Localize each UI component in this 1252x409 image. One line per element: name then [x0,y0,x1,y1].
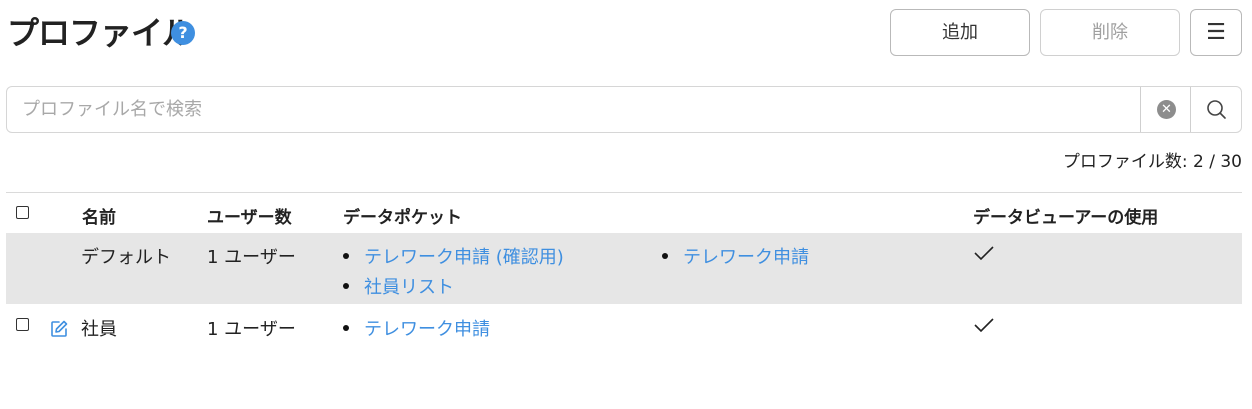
column-header-name[interactable]: 名前 [82,203,116,228]
edit-icon[interactable] [50,320,68,338]
select-all-checkbox[interactable] [16,206,29,219]
checkmark-icon [973,245,995,265]
column-header-data-viewer: データビューアーの使用 [973,208,1159,228]
page-title: プロファイル [7,14,194,52]
list-item: テレワーク申請 [343,315,490,341]
data-pocket-link[interactable]: テレワーク申請 (確認用) [364,247,564,268]
question-circle-icon[interactable]: ? [171,21,195,45]
profile-name: デフォルト [81,247,171,268]
row-checkbox[interactable] [16,318,29,331]
list-item: テレワーク申請 (確認用) [343,243,564,269]
column-header-data-pockets: データポケット [343,208,462,228]
checkmark-icon [973,317,995,337]
data-pocket-link[interactable]: テレワーク申請 [364,319,490,340]
table-header-row: 名前 ユーザー数 データポケット データビューアーの使用 [6,193,1242,233]
search-icon [1207,100,1226,119]
search-box: ✕ [6,86,1242,133]
user-count: 1 ユーザー [207,247,296,268]
clear-search-button[interactable]: ✕ [1140,87,1191,132]
table-row[interactable]: 社員 1 ユーザー テレワーク申請 [6,304,1242,354]
column-header-users[interactable]: ユーザー数 [207,203,292,228]
search-button[interactable] [1190,87,1242,132]
delete-button[interactable]: 削除 [1040,9,1180,56]
list-item: 社員リスト [343,273,454,299]
data-pocket-link[interactable]: 社員リスト [364,277,454,298]
bullet-icon [343,325,349,331]
menu-button[interactable]: ☰ [1190,9,1242,56]
add-button[interactable]: 追加 [890,9,1030,56]
list-item: テレワーク申請 [662,243,809,269]
profile-table: 名前 ユーザー数 データポケット データビューアーの使用 デフォルト 1 ユーザ… [6,192,1242,354]
table-row[interactable]: デフォルト 1 ユーザー テレワーク申請 (確認用) 社員リスト テレワーク申請 [6,233,1242,304]
bullet-icon [343,253,349,259]
profile-count: プロファイル数: 2 / 30 [1062,152,1242,172]
search-input[interactable] [7,87,1137,132]
profile-name: 社員 [81,319,117,340]
clear-circle-icon: ✕ [1157,100,1176,119]
user-count: 1 ユーザー [207,319,296,340]
bullet-icon [343,283,349,289]
hamburger-icon: ☰ [1206,20,1226,45]
data-pocket-link[interactable]: テレワーク申請 [683,247,809,268]
bullet-icon [662,253,668,259]
